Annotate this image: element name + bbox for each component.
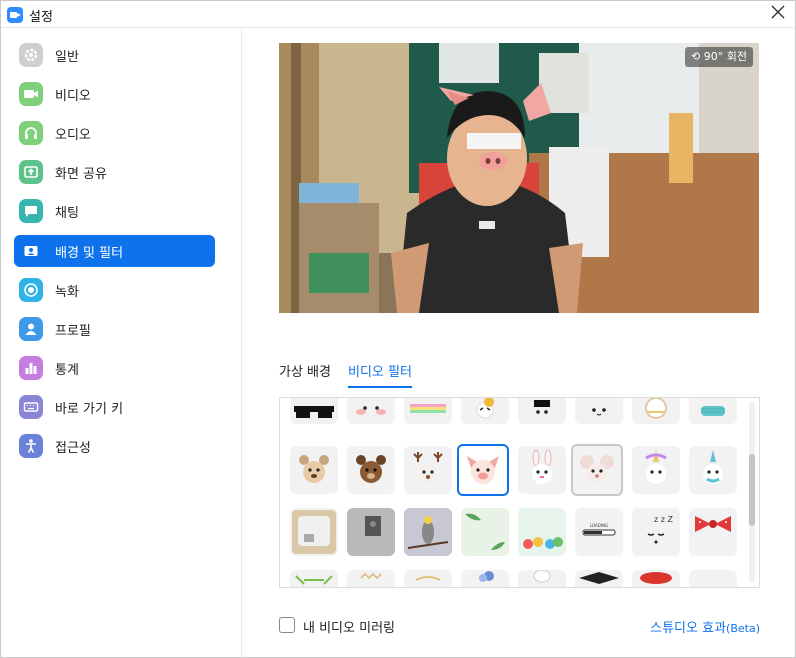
filter-tile[interactable]: z z Z (632, 508, 680, 556)
filter-tile[interactable] (632, 398, 680, 424)
filter-tile[interactable] (404, 446, 452, 494)
sidebar-item-statistics[interactable]: 통계 (14, 352, 215, 384)
filter-tile[interactable] (689, 398, 737, 424)
filter-tile[interactable] (518, 446, 566, 494)
filter-tile[interactable] (689, 570, 737, 587)
headphones-icon (19, 121, 43, 145)
studio-effects-label: 스튜디오 효과 (650, 621, 727, 636)
mirror-video-label: 내 비디오 미러링 (303, 621, 395, 636)
sidebar-item-label: 프로필 (55, 324, 91, 339)
sidebar-item-share-screen[interactable]: 화면 공유 (14, 156, 215, 188)
zoom-app-icon (7, 7, 23, 23)
sidebar-item-general[interactable]: 일반 (14, 39, 215, 71)
filter-tile[interactable] (518, 570, 566, 587)
statistics-icon (19, 356, 43, 380)
filter-tile[interactable] (290, 398, 338, 424)
gear-icon (19, 43, 43, 67)
sidebar-item-label: 접근성 (55, 441, 91, 456)
sidebar-item-accessibility[interactable]: 접근성 (14, 430, 215, 462)
filter-tile[interactable] (518, 508, 566, 556)
settings-content: ⟲ 90° 회전 가상 배경 비디오 필터 LOADING z z Z 내 비디… (243, 29, 795, 657)
sidebar-item-label: 오디오 (55, 128, 91, 143)
background-icon (19, 239, 43, 263)
filter-tile[interactable] (290, 446, 338, 494)
beta-badge: (Beta) (726, 622, 760, 635)
video-preview: ⟲ 90° 회전 (279, 43, 759, 313)
filter-tile[interactable] (632, 570, 680, 587)
rotate-label: 90° 회전 (703, 50, 747, 63)
filter-tile[interactable] (290, 508, 338, 556)
profile-icon (19, 317, 43, 341)
filter-tile[interactable] (689, 446, 737, 494)
sidebar-item-keyboard-shortcuts[interactable]: 바로 가기 키 (14, 391, 215, 423)
sidebar-item-label: 배경 및 필터 (55, 246, 124, 261)
close-button[interactable] (767, 4, 789, 24)
filter-scrollbar[interactable] (749, 402, 755, 583)
sidebar-item-profile[interactable]: 프로필 (14, 313, 215, 345)
filter-tile[interactable] (404, 570, 452, 587)
sidebar-item-label: 화면 공유 (55, 167, 107, 182)
keyboard-icon (19, 395, 43, 419)
share-screen-icon (19, 160, 43, 184)
sidebar-item-recording[interactable]: 녹화 (14, 274, 215, 306)
rotate-button[interactable]: ⟲ 90° 회전 (685, 47, 753, 67)
close-icon (771, 5, 785, 19)
filter-tile[interactable] (575, 570, 623, 587)
filter-tile[interactable] (461, 508, 509, 556)
filter-tile[interactable] (347, 508, 395, 556)
filter-tile[interactable] (347, 446, 395, 494)
sidebar-item-audio[interactable]: 오디오 (14, 117, 215, 149)
svg-text:z z Z: z z Z (654, 515, 673, 524)
video-camera-icon (19, 82, 43, 106)
sidebar-item-label: 일반 (55, 50, 79, 65)
settings-sidebar: 일반 비디오 오디오 화면 공유 채팅 배경 및 필터 녹화 프로필 통계 바로… (2, 29, 242, 657)
filter-tile[interactable] (575, 398, 623, 424)
filter-tile[interactable] (347, 570, 395, 587)
filter-tile[interactable]: LOADING (575, 508, 623, 556)
filter-tile[interactable] (632, 446, 680, 494)
video-filter-grid: LOADING z z Z (279, 397, 760, 588)
sidebar-item-label: 채팅 (55, 206, 79, 221)
filter-tile[interactable] (404, 508, 452, 556)
svg-text:LOADING: LOADING (590, 523, 608, 528)
window-title: 설정 (29, 10, 53, 25)
studio-effects-link[interactable]: 스튜디오 효과(Beta) (650, 617, 760, 636)
filter-tile-pig[interactable] (457, 444, 509, 496)
rotate-icon: ⟲ (691, 50, 701, 63)
tab-video-filters[interactable]: 비디오 필터 (348, 361, 412, 388)
mirror-video-checkbox[interactable] (279, 617, 295, 633)
sidebar-item-video[interactable]: 비디오 (14, 78, 215, 110)
sidebar-item-label: 녹화 (55, 285, 79, 300)
scrollbar-thumb[interactable] (749, 454, 755, 526)
filter-tile[interactable] (404, 398, 452, 424)
chat-bubble-icon (19, 199, 43, 223)
filter-tile[interactable] (461, 398, 509, 424)
accessibility-icon (19, 434, 43, 458)
filter-tile[interactable] (689, 508, 737, 556)
tab-virtual-background[interactable]: 가상 배경 (279, 361, 331, 386)
filter-tile[interactable] (347, 398, 395, 424)
sidebar-item-label: 바로 가기 키 (55, 402, 124, 417)
settings-window: 설정 일반 비디오 오디오 화면 공유 채팅 배경 및 필터 녹화 프로필 통계… (0, 0, 796, 658)
sidebar-item-label: 비디오 (55, 89, 91, 104)
camera-preview-image (279, 43, 759, 313)
filter-tile[interactable] (461, 570, 509, 587)
filter-tile[interactable] (518, 398, 566, 424)
title-bar: 설정 (1, 1, 795, 28)
filter-tile[interactable] (571, 444, 623, 496)
sidebar-item-label: 통계 (55, 363, 79, 378)
filter-tile[interactable] (290, 570, 338, 587)
sidebar-item-chat[interactable]: 채팅 (14, 195, 215, 227)
sidebar-item-background-filters[interactable]: 배경 및 필터 (14, 235, 215, 267)
record-icon (19, 278, 43, 302)
